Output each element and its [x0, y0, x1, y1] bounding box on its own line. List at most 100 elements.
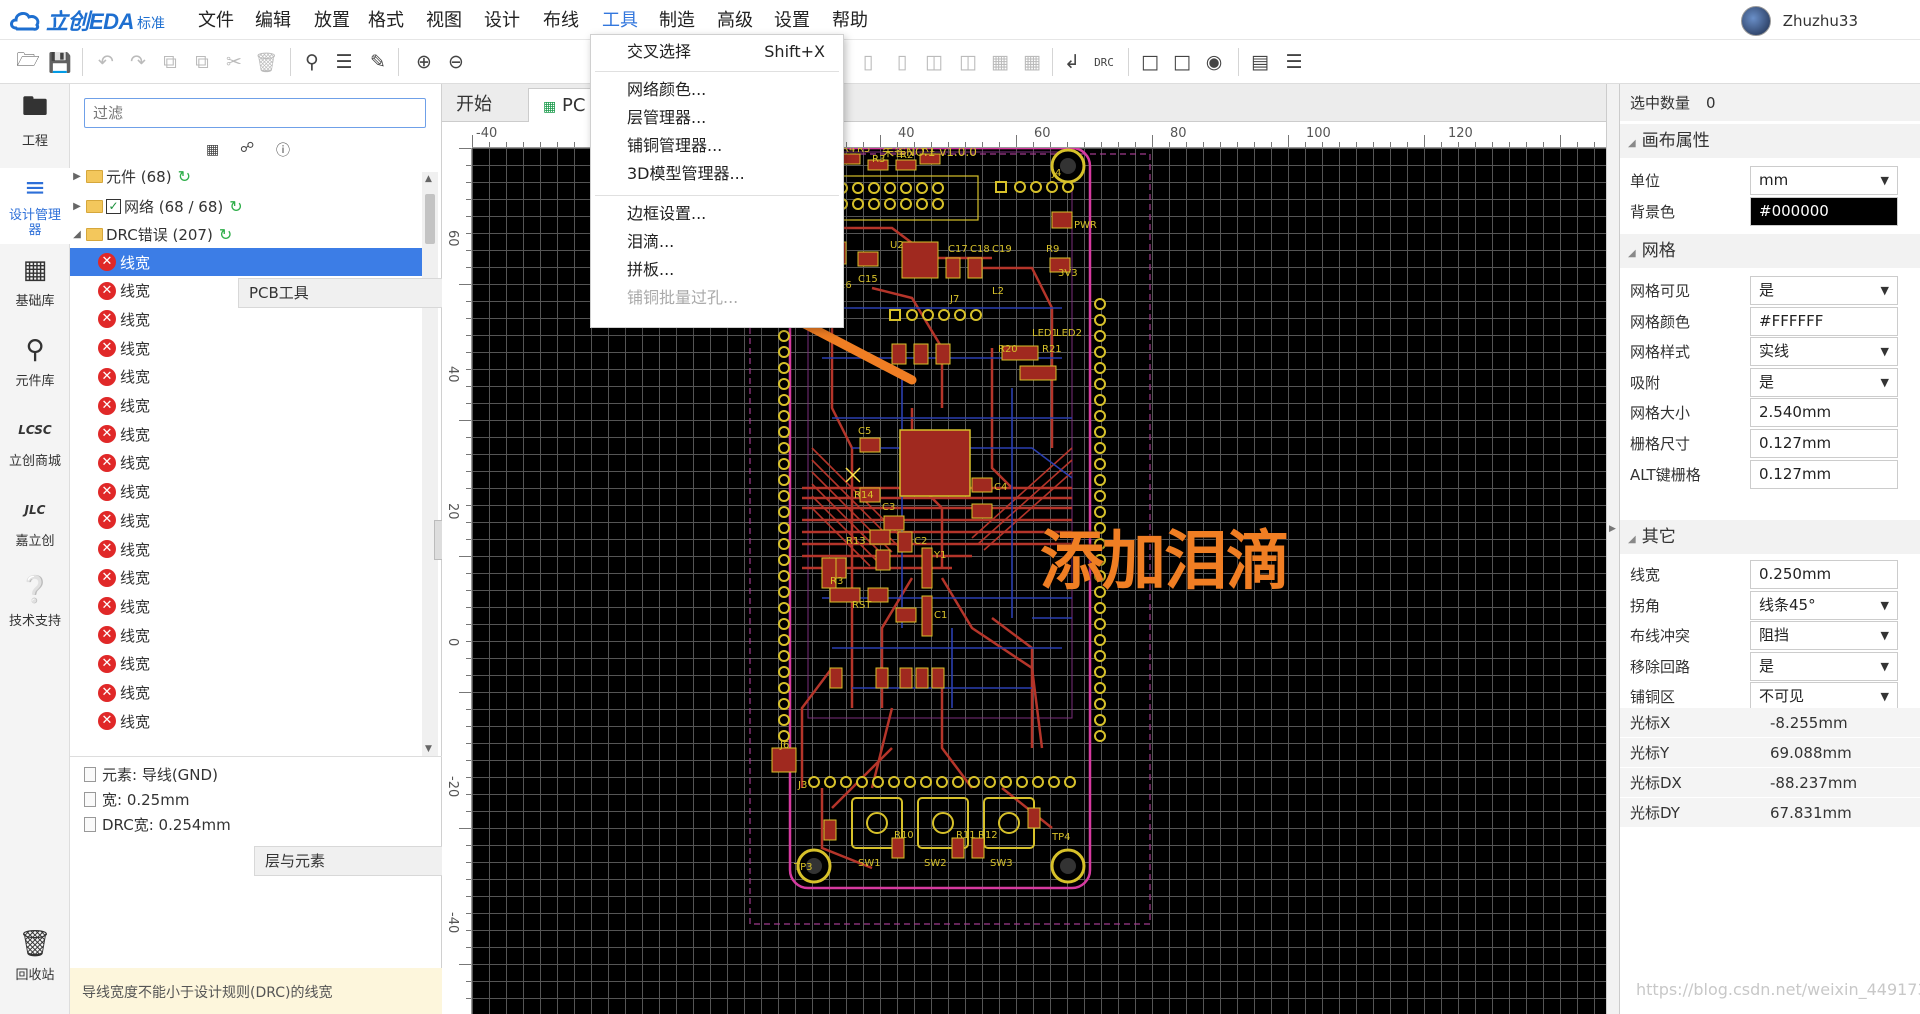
- menu-5[interactable]: 设计: [484, 0, 520, 40]
- drc-error-item[interactable]: ✕ 线宽: [70, 334, 422, 362]
- menu-0[interactable]: 文件: [198, 0, 234, 40]
- tree-components[interactable]: ▶ 元件 (68) ↻: [70, 162, 422, 190]
- menu-6[interactable]: 布线: [543, 0, 579, 40]
- section-other[interactable]: ◢ 其它: [1620, 520, 1920, 554]
- rail-item-design-manager[interactable]: ≡ 设计管理器: [0, 168, 70, 244]
- filter-input[interactable]: [84, 98, 426, 128]
- prop-select[interactable]: 阻挡 ▼: [1750, 621, 1898, 651]
- undo-icon[interactable]: ↶: [92, 48, 120, 76]
- menu-1[interactable]: 编辑: [255, 0, 291, 40]
- tools-menu-item[interactable]: 铺铜管理器...: [591, 131, 843, 161]
- drc-error-item[interactable]: ✕ 线宽: [70, 707, 422, 735]
- scroll-up-icon[interactable]: ▲: [425, 174, 432, 184]
- tools-menu-item[interactable]: 泪滴...: [591, 227, 843, 257]
- prop-select[interactable]: 线条45° ▼: [1750, 590, 1898, 620]
- prop-input[interactable]: 0.127mm: [1750, 429, 1898, 458]
- paste-icon[interactable]: ⧉: [188, 48, 216, 76]
- drc-error-item[interactable]: ✕ 线宽: [70, 420, 422, 448]
- prop-input[interactable]: 0.127mm: [1750, 459, 1898, 489]
- scrollbar-thumb[interactable]: [425, 194, 435, 244]
- tree-drc-errors[interactable]: ◢ DRC错误 (207) ↻: [70, 220, 422, 248]
- prop-select[interactable]: mm ▼: [1750, 166, 1898, 195]
- menu-4[interactable]: 视图: [426, 0, 462, 40]
- net-filter-icon[interactable]: ☍: [240, 140, 254, 156]
- tree-nets[interactable]: ▶ ✓ 网络 (68 / 68) ↻: [70, 192, 422, 220]
- route-icon[interactable]: ↲: [1058, 48, 1086, 76]
- prop-input[interactable]: #FFFFFF: [1750, 306, 1898, 336]
- layers-icon[interactable]: ☰: [1280, 48, 1308, 76]
- checkbox[interactable]: ✓: [106, 198, 121, 214]
- cut-icon[interactable]: ✂: [220, 48, 248, 76]
- tools-menu-item[interactable]: 交叉选择 Shift+X: [591, 37, 843, 67]
- rail-item-support[interactable]: ❔ 技术支持: [0, 570, 70, 640]
- rail-item-basic-library[interactable]: ▦ 基础库: [0, 250, 70, 320]
- layout-icon[interactable]: ▦: [1018, 48, 1046, 76]
- save-icon[interactable]: 💾: [46, 48, 74, 76]
- drc-error-item[interactable]: ✕ 线宽: [70, 248, 422, 276]
- refresh-icon[interactable]: ↻: [178, 167, 191, 186]
- refresh-icon[interactable]: ↻: [229, 197, 242, 216]
- tools-menu-item[interactable]: 层管理器...: [591, 103, 843, 133]
- open-folder-icon[interactable]: 🗁: [14, 48, 42, 76]
- drc-error-item[interactable]: ✕ 线宽: [70, 621, 422, 649]
- component-filter-icon[interactable]: ▦: [206, 142, 219, 158]
- gerber-icon[interactable]: □: [1168, 48, 1196, 76]
- prop-select[interactable]: 是 ▼: [1750, 367, 1898, 397]
- drc-error-item[interactable]: ✕ 线宽: [70, 305, 422, 333]
- clear-icon[interactable]: ✎: [364, 48, 392, 76]
- redo-icon[interactable]: ↷: [124, 48, 152, 76]
- align-center-v-icon[interactable]: ▯: [888, 48, 916, 76]
- zoom-out-icon[interactable]: ⊖: [442, 48, 470, 76]
- delete-icon[interactable]: 🗑: [252, 48, 280, 76]
- drc-error-item[interactable]: ✕ 线宽: [70, 592, 422, 620]
- right-splitter[interactable]: ▶: [1606, 84, 1620, 1014]
- tab-start[interactable]: 开始: [442, 88, 506, 122]
- prop-input[interactable]: 2.540mm: [1750, 398, 1898, 428]
- tree-scrollbar[interactable]: ▲ ▼: [422, 172, 438, 756]
- info-icon[interactable]: ⓘ: [276, 140, 290, 160]
- 3d-view-icon[interactable]: ◉: [1200, 48, 1228, 76]
- expand-icon[interactable]: ▶: [70, 171, 84, 182]
- search-icon[interactable]: ⚲: [298, 48, 326, 76]
- rail-item-jlc[interactable]: JLC 嘉立创: [0, 490, 70, 560]
- find-list-icon[interactable]: ☰: [330, 48, 358, 76]
- board-icon[interactable]: □: [1136, 48, 1164, 76]
- rail-item-project[interactable]: 🖿 工程: [0, 90, 70, 158]
- prop-select[interactable]: 是 ▼: [1750, 651, 1898, 681]
- drc-error-item[interactable]: ✕ 线宽: [70, 650, 422, 678]
- tools-menu-item[interactable]: 边框设置...: [591, 199, 843, 229]
- drc-error-item[interactable]: ✕ 线宽: [70, 564, 422, 592]
- drc-error-item[interactable]: ✕ 线宽: [70, 535, 422, 563]
- align-center-h-icon[interactable]: ▯: [854, 48, 882, 76]
- drc-error-item[interactable]: ✕ 线宽: [70, 392, 422, 420]
- section-canvas-props[interactable]: ◢ 画布属性: [1620, 124, 1920, 158]
- drc-error-item[interactable]: ✕ 线宽: [70, 679, 422, 707]
- refresh-icon[interactable]: ↻: [219, 225, 232, 244]
- menu-2[interactable]: 放置: [314, 0, 350, 40]
- section-grid[interactable]: ◢ 网格: [1620, 234, 1920, 268]
- collapse-right-icon[interactable]: ▶: [1609, 524, 1616, 534]
- tools-menu-item[interactable]: 网络颜色...: [591, 75, 843, 105]
- distribute-h-icon[interactable]: ◫: [920, 48, 948, 76]
- user-menu[interactable]: Zhuzhu33: [1740, 6, 1858, 36]
- tools-menu-item[interactable]: 铺铜批量过孔...: [591, 283, 843, 313]
- drc-error-item[interactable]: ✕ 线宽: [70, 449, 422, 477]
- drc-error-item[interactable]: ✕ 线宽: [70, 478, 422, 506]
- drc-error-item[interactable]: ✕ 线宽: [70, 506, 422, 534]
- image-icon[interactable]: ▤: [1246, 48, 1274, 76]
- rail-item-recycle-bin[interactable]: 🗑 回收站: [0, 924, 70, 994]
- drc-error-item[interactable]: ✕ 线宽: [70, 363, 422, 391]
- prop-input[interactable]: #000000: [1750, 197, 1898, 226]
- collapse-icon[interactable]: ◢: [70, 229, 84, 240]
- rail-item-lcsc-mall[interactable]: LCSC 立创商城: [0, 410, 70, 480]
- copy-icon[interactable]: ⧉: [156, 48, 184, 76]
- scroll-down-icon[interactable]: ▼: [425, 744, 432, 754]
- expand-icon[interactable]: ▶: [70, 201, 84, 212]
- distribute-v-icon[interactable]: ◫: [954, 48, 982, 76]
- menu-3[interactable]: 格式: [368, 0, 404, 40]
- tools-menu-item[interactable]: 拼板...: [591, 255, 843, 285]
- prop-select[interactable]: 实线 ▼: [1750, 337, 1898, 367]
- tools-menu-item[interactable]: 3D模型管理器...: [591, 159, 843, 189]
- rail-item-component-library[interactable]: ⚲ 元件库: [0, 330, 70, 400]
- prop-select[interactable]: 是 ▼: [1750, 276, 1898, 305]
